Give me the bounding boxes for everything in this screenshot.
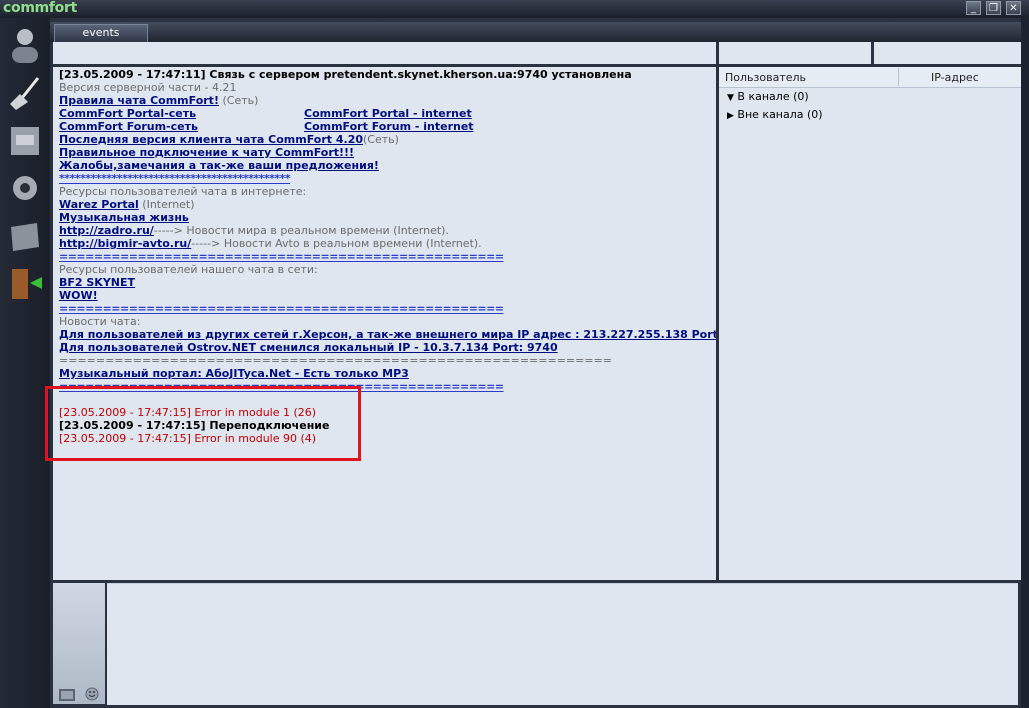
out-channel-label: Вне канала (0) bbox=[737, 108, 823, 121]
chat-link[interactable]: http://bigmir-avto.ru/ bbox=[59, 237, 191, 250]
chat-line: BF2 SKYNET bbox=[59, 276, 710, 289]
chat-line: Ресурсы пользователей нашего чата в сети… bbox=[59, 263, 710, 276]
chat-line: ****************************************… bbox=[59, 172, 710, 185]
main-area: events [23.05.2009 - 17:47:11] Связь с с… bbox=[50, 18, 1021, 708]
chat-link[interactable]: Для пользователей из других сетей г.Херс… bbox=[59, 328, 716, 341]
chat-text: [23.05.2009 - 17:47:11] Связь с сервером… bbox=[59, 68, 632, 81]
chat-link[interactable]: BF2 SKYNET bbox=[59, 276, 135, 289]
chat-line: ========================================… bbox=[59, 250, 710, 263]
chat-link[interactable]: Музыкальная жизнь bbox=[59, 211, 189, 224]
chat-line: Новости чата: bbox=[59, 315, 710, 328]
tab-bar: events bbox=[50, 22, 1021, 42]
chat-line: Музыкальный портал: АбоJITyca.Net - Есть… bbox=[59, 367, 710, 380]
chat-line: [23.05.2009 - 17:47:11] Связь с сервером… bbox=[59, 68, 710, 81]
chat-line: CommFort Portal-сеть CommFort Portal - in… bbox=[59, 107, 710, 120]
exit-door-icon bbox=[12, 269, 42, 299]
chat-line: Версия серверной части - 4.21 bbox=[59, 81, 710, 94]
chat-line: Последняя версия клиента чата CommFort 4… bbox=[59, 133, 710, 146]
minimize-button[interactable]: _ bbox=[966, 1, 981, 15]
chat-text: (Сеть) bbox=[363, 133, 399, 146]
chat-link[interactable]: Жалобы,замечания а так-же ваши предложен… bbox=[59, 159, 379, 172]
chat-link[interactable]: Warez Portal bbox=[59, 198, 139, 211]
user-profile-button[interactable] bbox=[5, 24, 45, 64]
app-logo: commfort bbox=[3, 0, 77, 16]
chat-line: Warez Portal (Internet) bbox=[59, 198, 710, 211]
left-sidebar bbox=[0, 18, 50, 708]
chat-line: Жалобы,замечания а так-же ваши предложен… bbox=[59, 159, 710, 172]
chat-line: WOW! bbox=[59, 289, 710, 302]
chat-line: Для пользователей Ostrov.NET сменился ло… bbox=[59, 341, 710, 354]
chat-line: Ресурсы пользователей чата в интернете: bbox=[59, 185, 710, 198]
settings-button[interactable] bbox=[5, 168, 45, 208]
user-list-header: Пользователь IP-адрес bbox=[719, 67, 1021, 88]
chat-text: ****************************************… bbox=[59, 172, 291, 185]
toolbar bbox=[53, 42, 1021, 64]
chat-link[interactable]: WOW! bbox=[59, 289, 98, 302]
chat-line: http://bigmir-avto.ru/-----> Новости Avt… bbox=[59, 237, 710, 250]
highlight-box bbox=[45, 386, 361, 461]
chat-line: CommFort Forum-сеть CommFort Forum - inte… bbox=[59, 120, 710, 133]
chat-text: -----> Новости Avto в реальном времени (… bbox=[191, 237, 482, 250]
chat-line: Правильное подключение к чату CommFort!!… bbox=[59, 146, 710, 159]
chat-text: Ресурсы пользователей нашего чата в сети… bbox=[59, 263, 318, 276]
input-tools bbox=[53, 583, 105, 704]
broom-button[interactable] bbox=[5, 74, 45, 114]
tree-in-channel[interactable]: ▼ В канале (0) bbox=[727, 90, 809, 103]
chat-line: Для пользователей из других сетей г.Херс… bbox=[59, 328, 716, 341]
chat-text: ========================================… bbox=[59, 302, 504, 315]
chat-link[interactable]: CommFort Forum - internet bbox=[304, 120, 474, 133]
column-user[interactable]: Пользователь bbox=[725, 71, 806, 84]
chat-text: (Internet) bbox=[138, 198, 195, 211]
archive-icon bbox=[11, 127, 39, 155]
expanded-arrow-icon: ▼ bbox=[727, 93, 734, 103]
user-icon bbox=[12, 29, 38, 63]
collapsed-arrow-icon: ▶ bbox=[727, 111, 734, 121]
chat-link[interactable]: CommFort Portal - internet bbox=[304, 107, 472, 120]
folder-icon bbox=[11, 223, 39, 251]
tree-out-channel[interactable]: ▶ Вне канала (0) bbox=[727, 108, 823, 121]
archive-button[interactable] bbox=[5, 120, 45, 160]
chat-text: (Сеть) bbox=[218, 94, 259, 107]
chat-link[interactable]: http://zadro.ru/ bbox=[59, 224, 154, 237]
toolbar-divider bbox=[716, 42, 719, 64]
chat-link[interactable]: Последняя версия клиента чата CommFort 4… bbox=[59, 133, 363, 146]
close-button[interactable]: ✕ bbox=[1006, 1, 1021, 15]
toolbar-divider bbox=[871, 42, 874, 64]
image-icon[interactable] bbox=[59, 689, 75, 701]
in-channel-label: В канале (0) bbox=[737, 90, 809, 103]
chat-link[interactable]: Музыкальный портал: АбоJITyca.Net - Есть… bbox=[59, 367, 409, 380]
broom-icon bbox=[10, 77, 40, 110]
column-ip[interactable]: IP-адрес bbox=[931, 71, 979, 84]
chat-log[interactable]: [23.05.2009 - 17:47:11] Связь с сервером… bbox=[53, 67, 719, 597]
chat-text: ========================================… bbox=[59, 354, 613, 367]
user-list-panel: Пользователь IP-адрес ▼ В канале (0) ▶ В… bbox=[719, 67, 1021, 597]
folder-button[interactable] bbox=[5, 216, 45, 256]
chat-text: -----> Новости мира в реальном времени (… bbox=[153, 224, 449, 237]
chat-line: Правила чата CommFort! (Сеть) bbox=[59, 94, 710, 107]
chat-text: Новости чата: bbox=[59, 315, 141, 328]
chat-link[interactable]: CommFort Forum-сеть bbox=[59, 120, 304, 133]
chat-line: ========================================… bbox=[59, 354, 710, 367]
column-divider bbox=[898, 68, 899, 86]
chat-line: ========================================… bbox=[59, 302, 710, 315]
tab-events[interactable]: events bbox=[54, 24, 148, 42]
input-section bbox=[50, 580, 1021, 708]
title-bar: commfort _ ❐ ✕ bbox=[0, 0, 1029, 18]
chat-line: http://zadro.ru/-----> Новости мира в ре… bbox=[59, 224, 710, 237]
chat-link[interactable]: CommFort Portal-сеть bbox=[59, 107, 304, 120]
smiley-icon[interactable] bbox=[85, 687, 99, 701]
chat-text: Версия серверной части - 4.21 bbox=[59, 81, 237, 94]
chat-text: Ресурсы пользователей чата в интернете: bbox=[59, 185, 307, 198]
chat-line: Музыкальная жизнь bbox=[59, 211, 710, 224]
chat-link[interactable]: Правильное подключение к чату CommFort!!… bbox=[59, 146, 354, 159]
chat-text: ========================================… bbox=[59, 250, 504, 263]
chat-link[interactable]: Для пользователей Ostrov.NET сменился ло… bbox=[59, 341, 558, 354]
message-input[interactable] bbox=[107, 583, 1018, 705]
exit-button[interactable] bbox=[5, 264, 45, 304]
restore-button[interactable]: ❐ bbox=[986, 1, 1001, 15]
chat-link[interactable]: Правила чата CommFort! bbox=[59, 94, 219, 107]
gear-icon bbox=[13, 176, 37, 200]
